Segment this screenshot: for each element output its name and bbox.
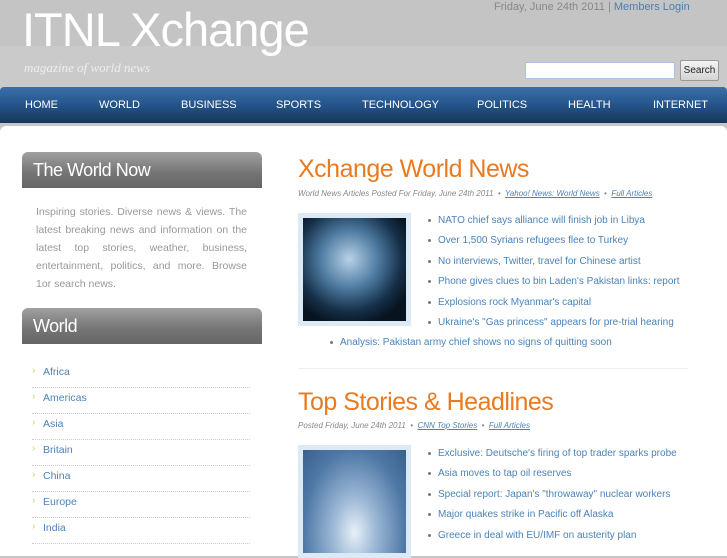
top-info: Friday, June 24th 2011 | Members Login — [494, 1, 690, 13]
date-text: Friday, June 24th 2011 — [494, 1, 605, 13]
world-item[interactable]: › India — [32, 518, 250, 544]
chevron-right-icon: › — [32, 365, 36, 376]
news-item[interactable]: Ukraine's "Gas princess" appears for pre… — [428, 317, 680, 337]
news-item[interactable]: Explosions rock Myanmar's capital — [428, 297, 680, 317]
tagline: magazine of world news — [24, 60, 151, 75]
nav-health[interactable]: HEALTH — [568, 99, 611, 111]
section-meta: World News Articles Posted For Friday, J… — [298, 189, 653, 198]
world-item-label[interactable]: China — [43, 470, 70, 482]
section-meta: Posted Friday, June 24th 2011 • CNN Top … — [298, 421, 530, 430]
nav-politics[interactable]: POLITICS — [477, 99, 527, 111]
world-item-label[interactable]: Britain — [43, 444, 73, 456]
chevron-right-icon: › — [32, 417, 36, 428]
nav-world[interactable]: WORLD — [99, 99, 140, 111]
world-list: › Africa › Americas › Asia › Britain › China › Euro… — [32, 362, 250, 544]
news-list-extra: Analysis: Pakistan army chief shows no s… — [330, 337, 612, 357]
nav-sports[interactable]: SPORTS — [276, 99, 321, 111]
world-item[interactable]: › Britain — [32, 440, 250, 466]
business-image — [298, 445, 411, 558]
news-item[interactable]: Asia moves to tap oil reserves — [428, 468, 677, 488]
section-title[interactable]: Xchange World News — [298, 155, 529, 184]
news-item[interactable]: Greece in deal with EU/IMF on austerity … — [428, 530, 677, 550]
full-articles-link[interactable]: Full Articles — [611, 189, 652, 198]
news-item[interactable]: Phone gives clues to bin Laden's Pakista… — [428, 276, 680, 296]
world-item-label[interactable]: Africa — [43, 366, 70, 378]
section-title[interactable]: Top Stories & Headlines — [298, 388, 554, 417]
chevron-right-icon: › — [32, 443, 36, 454]
world-item[interactable]: › Americas — [32, 388, 250, 414]
news-item[interactable]: Over 1,500 Syrians refugees flee to Turk… — [428, 235, 680, 255]
news-item[interactable]: NATO chief says alliance will finish job… — [428, 215, 680, 235]
world-now-heading: The World Now — [22, 152, 262, 188]
source-link[interactable]: CNN Top Stories — [417, 421, 477, 430]
world-heading: World — [22, 308, 262, 344]
nav-home[interactable]: HOME — [25, 99, 58, 111]
main-nav: HOME WORLD BUSINESS SPORTS TECHNOLOGY PO… — [0, 87, 727, 123]
chevron-right-icon: › — [32, 521, 36, 532]
nav-internet[interactable]: INTERNET — [653, 99, 708, 111]
world-now-text: Inspiring stories. Diverse news & views.… — [36, 206, 247, 290]
news-list: Exclusive: Deutsche's firing of top trad… — [428, 448, 677, 550]
world-item-label[interactable]: Asia — [43, 418, 63, 430]
news-item[interactable]: Major quakes strike in Pacific off Alask… — [428, 509, 677, 529]
news-item[interactable]: No interviews, Twitter, travel for Chine… — [428, 256, 680, 276]
site-header: ITNL Xchange magazine of world news Frid… — [0, 0, 727, 88]
nav-technology[interactable]: TECHNOLOGY — [362, 99, 439, 111]
world-item-label[interactable]: Americas — [43, 392, 87, 404]
globe-image — [298, 213, 411, 326]
site-logo[interactable]: ITNL Xchange — [22, 2, 310, 57]
news-item[interactable]: Special report: Japan's "throwaway" nucl… — [428, 489, 677, 509]
world-item-label[interactable]: Europe — [43, 496, 77, 508]
news-list: NATO chief says alliance will finish job… — [428, 215, 680, 337]
news-item[interactable]: Analysis: Pakistan army chief shows no s… — [330, 337, 612, 357]
chevron-right-icon: › — [32, 495, 36, 506]
world-item[interactable]: › Africa — [32, 362, 250, 388]
chevron-right-icon: › — [32, 391, 36, 402]
divider — [298, 368, 688, 369]
world-item[interactable]: › Asia — [32, 414, 250, 440]
news-item[interactable]: Exclusive: Deutsche's firing of top trad… — [428, 448, 677, 468]
search-input[interactable] — [525, 62, 675, 79]
source-link[interactable]: Yahoo! News: World News — [505, 189, 600, 198]
world-item[interactable]: › China — [32, 466, 250, 492]
nav-business[interactable]: BUSINESS — [181, 99, 237, 111]
search-button[interactable]: Search — [680, 60, 719, 81]
full-articles-link[interactable]: Full Articles — [489, 421, 530, 430]
world-item[interactable]: › Europe — [32, 492, 250, 518]
world-item-label[interactable]: India — [43, 522, 66, 534]
members-login-link[interactable]: Members Login — [614, 1, 690, 13]
chevron-right-icon: › — [32, 469, 36, 480]
